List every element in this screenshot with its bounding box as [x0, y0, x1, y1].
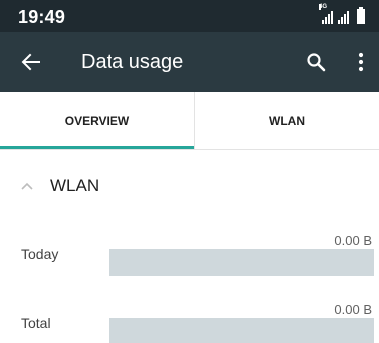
- chevron-up-icon: [18, 177, 36, 195]
- tab-selected-indicator: [0, 146, 194, 149]
- tab-bar: OVERVIEW WLAN: [0, 92, 379, 150]
- network-type-label: 4G: [319, 4, 328, 10]
- status-time: 19:49: [18, 7, 66, 27]
- wlan-section-header[interactable]: WLAN: [18, 172, 99, 200]
- back-button[interactable]: [14, 46, 48, 78]
- more-vert-icon: [358, 52, 364, 72]
- today-label: Today: [21, 246, 59, 262]
- search-icon: [307, 53, 326, 72]
- signal-4g-icon: 4G: [319, 4, 333, 24]
- total-usage-bar: [109, 318, 374, 343]
- status-icons: 4G: [319, 4, 365, 24]
- more-options-button[interactable]: [346, 46, 376, 78]
- status-bar: 19:49 4G: [0, 0, 379, 32]
- app-bar: Data usage: [0, 32, 379, 92]
- today-usage-value: 0.00 B: [334, 233, 372, 248]
- section-title: WLAN: [50, 176, 100, 195]
- page-title: Data usage: [81, 51, 184, 73]
- today-usage-bar: [109, 249, 374, 276]
- total-usage-value: 0.00 B: [334, 302, 372, 317]
- signal-icon: [338, 10, 349, 24]
- battery-icon: [357, 7, 365, 24]
- tab-wlan[interactable]: WLAN: [195, 92, 379, 150]
- total-label: Total: [21, 315, 51, 331]
- back-arrow-icon: [21, 53, 40, 71]
- search-button[interactable]: [300, 46, 332, 78]
- tab-overview[interactable]: OVERVIEW: [0, 92, 194, 150]
